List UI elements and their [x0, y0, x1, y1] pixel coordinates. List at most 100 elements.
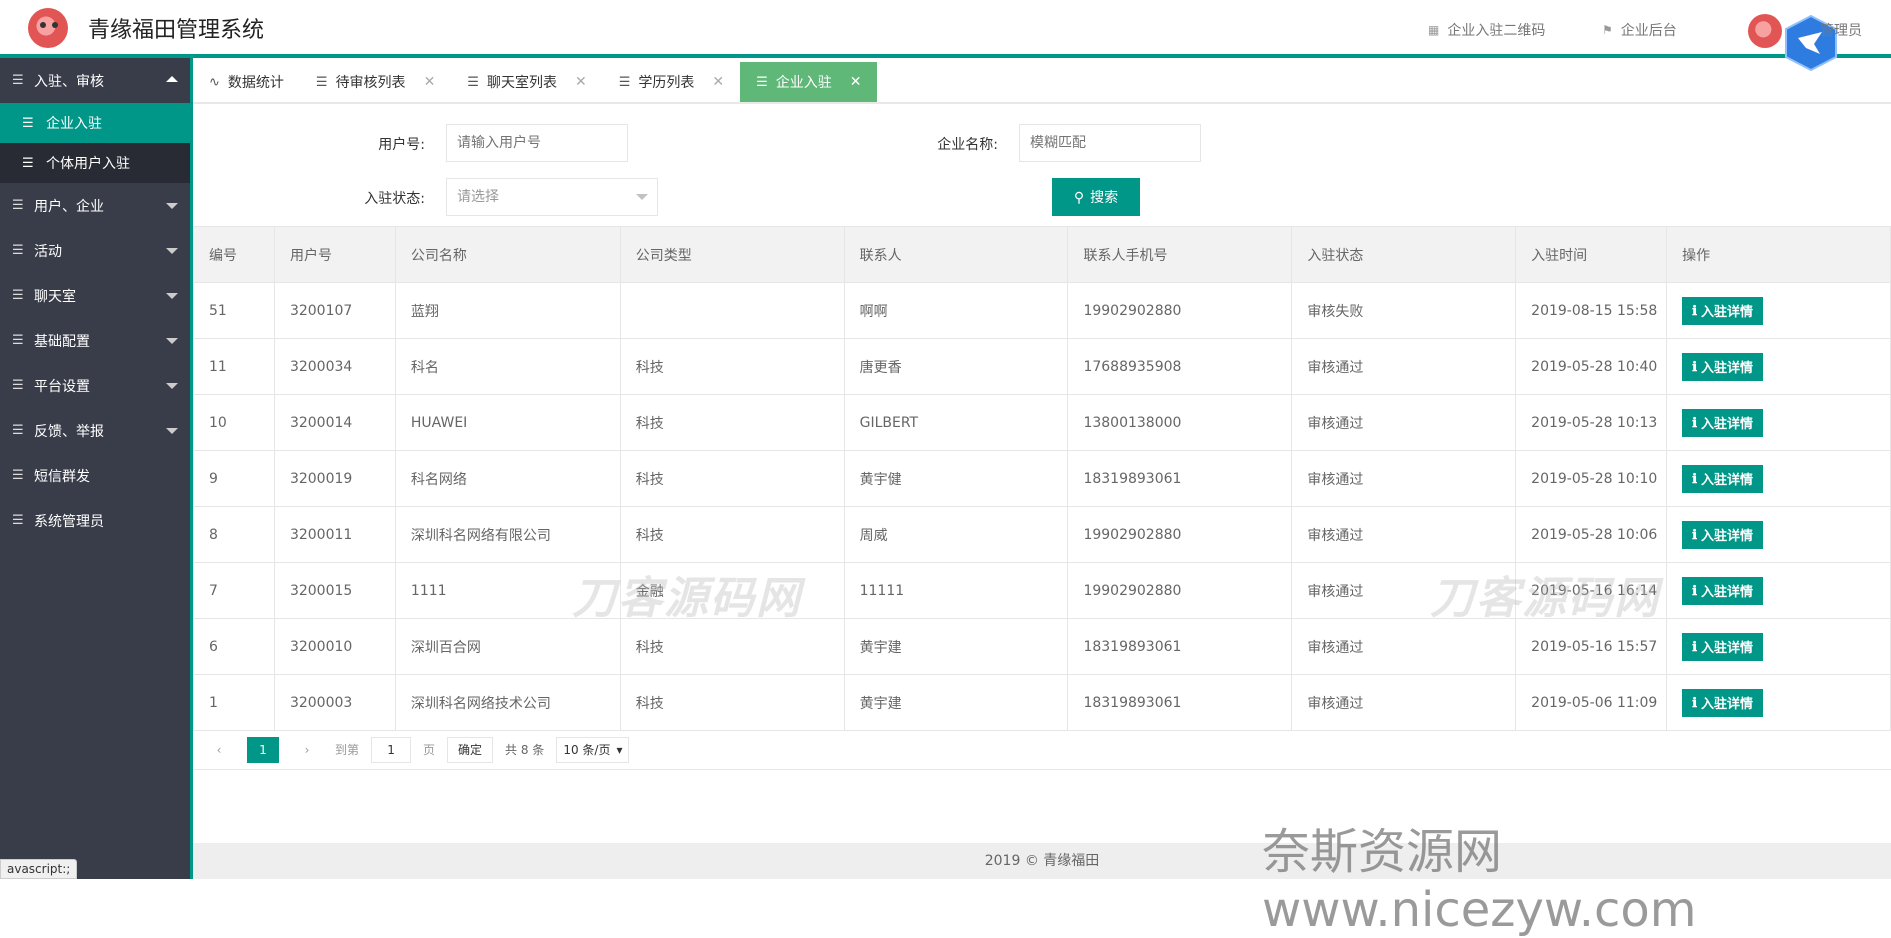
company-name-label: 企业名称: — [937, 137, 998, 153]
sidebar-item-basic-config[interactable]: ☰ 基础配置 — [0, 318, 190, 363]
table-cell: 51 — [193, 282, 275, 339]
page-size-select[interactable]: 10 条/页 ▾ — [556, 736, 630, 763]
caret-up-icon — [166, 76, 178, 82]
table-cell: 19902902880 — [1067, 282, 1293, 339]
col-company-type: 公司类型 — [619, 226, 845, 283]
tab-chatroom-list[interactable]: ☰ 聊天室列表 ✕ — [451, 62, 602, 102]
table-cell: 深圳科名网络有限公司 — [394, 506, 621, 563]
entry-detail-button[interactable]: ℹ 入驻详情 — [1682, 296, 1764, 325]
col-contact: 联系人 — [843, 226, 1069, 283]
company-name-input[interactable] — [1019, 124, 1201, 162]
sidebar-item-platform-settings[interactable]: ☰ 平台设置 — [0, 363, 190, 408]
table-cell-actions: ℹ 入驻详情 — [1666, 394, 1891, 451]
caret-down-icon — [166, 383, 178, 389]
info-icon: ℹ — [1692, 694, 1698, 710]
backend-link[interactable]: ⚑ 企业后台 — [1602, 20, 1677, 40]
entry-detail-button[interactable]: ℹ 入驻详情 — [1682, 520, 1764, 549]
table-cell: 审核通过 — [1291, 506, 1517, 563]
close-icon[interactable]: ✕ — [575, 74, 587, 90]
sidebar-item-label: 聊天室 — [34, 288, 76, 305]
sidebar-item-company-entry[interactable]: ☰ 企业入驻 — [0, 103, 190, 143]
app-title: 青缘福田管理系统 — [88, 18, 265, 43]
entry-detail-label: 入驻详情 — [1701, 360, 1754, 375]
tab-company-entry[interactable]: ☰ 企业入驻 ✕ — [740, 62, 878, 102]
sidebar-item-sms-broadcast[interactable]: ☰ 短信群发 — [0, 453, 190, 498]
entry-detail-button[interactable]: ℹ 入驻详情 — [1682, 464, 1764, 493]
tab-data-stats[interactable]: ∿ 数据统计 — [193, 62, 300, 102]
tab-pending-review[interactable]: ☰ 待审核列表 ✕ — [300, 62, 451, 102]
goto-confirm-button[interactable]: 确定 — [447, 736, 494, 763]
list-icon: ☰ — [12, 513, 24, 528]
entry-detail-button[interactable]: ℹ 入驻详情 — [1682, 576, 1764, 605]
prev-page-icon[interactable]: ‹ — [203, 737, 235, 763]
search-button[interactable]: ⚲ 搜索 — [1052, 178, 1140, 216]
table-cell: GILBERT — [843, 394, 1069, 451]
caret-down-icon — [166, 248, 178, 254]
entry-detail-button[interactable]: ℹ 入驻详情 — [1682, 408, 1764, 437]
table-cell: 17688935908 — [1067, 338, 1293, 395]
table-cell: 科技 — [619, 618, 845, 675]
table-cell: 2019-08-15 15:58 — [1515, 282, 1668, 339]
close-icon[interactable]: ✕ — [850, 74, 862, 90]
table-cell: 审核通过 — [1291, 674, 1517, 731]
list-icon: ☰ — [467, 74, 479, 90]
table-cell: 审核通过 — [1291, 618, 1517, 675]
entry-detail-button[interactable]: ℹ 入驻详情 — [1682, 632, 1764, 661]
table-cell: 2019-05-28 10:10 — [1515, 450, 1668, 507]
entry-detail-button[interactable]: ℹ 入驻详情 — [1682, 352, 1764, 381]
submenu-entry-review: ☰ 企业入驻 ☰ 个体用户入驻 — [0, 103, 190, 183]
flag-icon: ⚑ — [1602, 23, 1613, 37]
table-cell: 黄宇建 — [843, 674, 1069, 731]
sidebar-item-entry-review[interactable]: ☰ 入驻、审核 — [0, 58, 190, 103]
admin-menu[interactable]: 管理员 — [1820, 20, 1862, 40]
user-id-label: 用户号: — [378, 137, 425, 153]
table-cell: 深圳科名网络技术公司 — [394, 674, 621, 731]
page-size-value: 10 条/页 — [563, 743, 611, 757]
col-entry-status: 入驻状态 — [1291, 226, 1517, 283]
sidebar-item-individual-entry[interactable]: ☰ 个体用户入驻 — [0, 143, 190, 183]
sidebar-item-users-companies[interactable]: ☰ 用户、企业 — [0, 183, 190, 228]
table-cell: 13800138000 — [1067, 394, 1293, 451]
sidebar-item-activities[interactable]: ☰ 活动 — [0, 228, 190, 273]
qrcode-icon: ▦ — [1428, 23, 1440, 37]
table-cell: 周威 — [843, 506, 1069, 563]
table-cell: 11111 — [843, 562, 1069, 619]
goto-label: 到第 — [335, 743, 360, 757]
sidebar-item-sys-admin[interactable]: ☰ 系统管理员 — [0, 498, 190, 543]
sidebar-item-feedback-report[interactable]: ☰ 反馈、举报 — [0, 408, 190, 453]
goto-page-input[interactable]: 1 — [371, 736, 412, 763]
backend-link-label: 企业后台 — [1620, 23, 1677, 39]
table-row: 9 3200019 科名网络 科技 黄宇健 18319893061 审核通过 2019-05-… — [193, 450, 1891, 507]
list-icon: ☰ — [618, 74, 631, 90]
col-company-name: 公司名称 — [394, 226, 621, 283]
sidebar-item-label: 反馈、举报 — [34, 423, 104, 440]
sidebar-item-chatroom[interactable]: ☰ 聊天室 — [0, 273, 190, 318]
status-bar-tooltip: avascript:; — [0, 859, 78, 879]
list-icon: ☰ — [22, 155, 34, 171]
close-icon[interactable]: ✕ — [712, 74, 724, 90]
table-cell: 3200014 — [273, 394, 396, 451]
search-button-label: 搜索 — [1090, 189, 1119, 205]
table-cell: 18319893061 — [1067, 618, 1293, 675]
tab-bar: ∿ 数据统计 ☰ 待审核列表 ✕ ☰ 聊天室列表 ✕ ☰ 学历列表 ✕ ☰ 企业… — [193, 62, 1891, 104]
qr-link[interactable]: ▦ 企业入驻二维码 — [1428, 20, 1545, 40]
list-icon: ☰ — [12, 468, 24, 483]
info-icon: ℹ — [1692, 302, 1698, 318]
tab-education-list[interactable]: ☰ 学历列表 ✕ — [603, 62, 740, 102]
info-icon: ℹ — [1692, 470, 1698, 486]
user-id-input[interactable] — [446, 124, 628, 162]
page-current[interactable]: 1 — [247, 736, 279, 763]
entry-status-label: 入驻状态: — [364, 191, 425, 207]
entry-detail-button[interactable]: ℹ 入驻详情 — [1682, 688, 1764, 717]
table-cell-actions: ℹ 入驻详情 — [1666, 450, 1891, 507]
close-icon[interactable]: ✕ — [424, 74, 436, 90]
col-contact-phone: 联系人手机号 — [1067, 226, 1293, 283]
next-page-icon[interactable]: › — [291, 737, 323, 763]
table-cell: 18319893061 — [1067, 450, 1293, 507]
table-row: 51 3200107 蓝翔 啊啊 19902902880 审核失败 2019-08-15 1… — [193, 282, 1891, 339]
avatar[interactable] — [1748, 14, 1782, 48]
col-actions: 操作 — [1666, 226, 1891, 283]
table-cell: 黄宇建 — [843, 618, 1069, 675]
entry-status-select[interactable]: 请选择 — [446, 178, 658, 216]
info-icon: ℹ — [1692, 414, 1698, 430]
